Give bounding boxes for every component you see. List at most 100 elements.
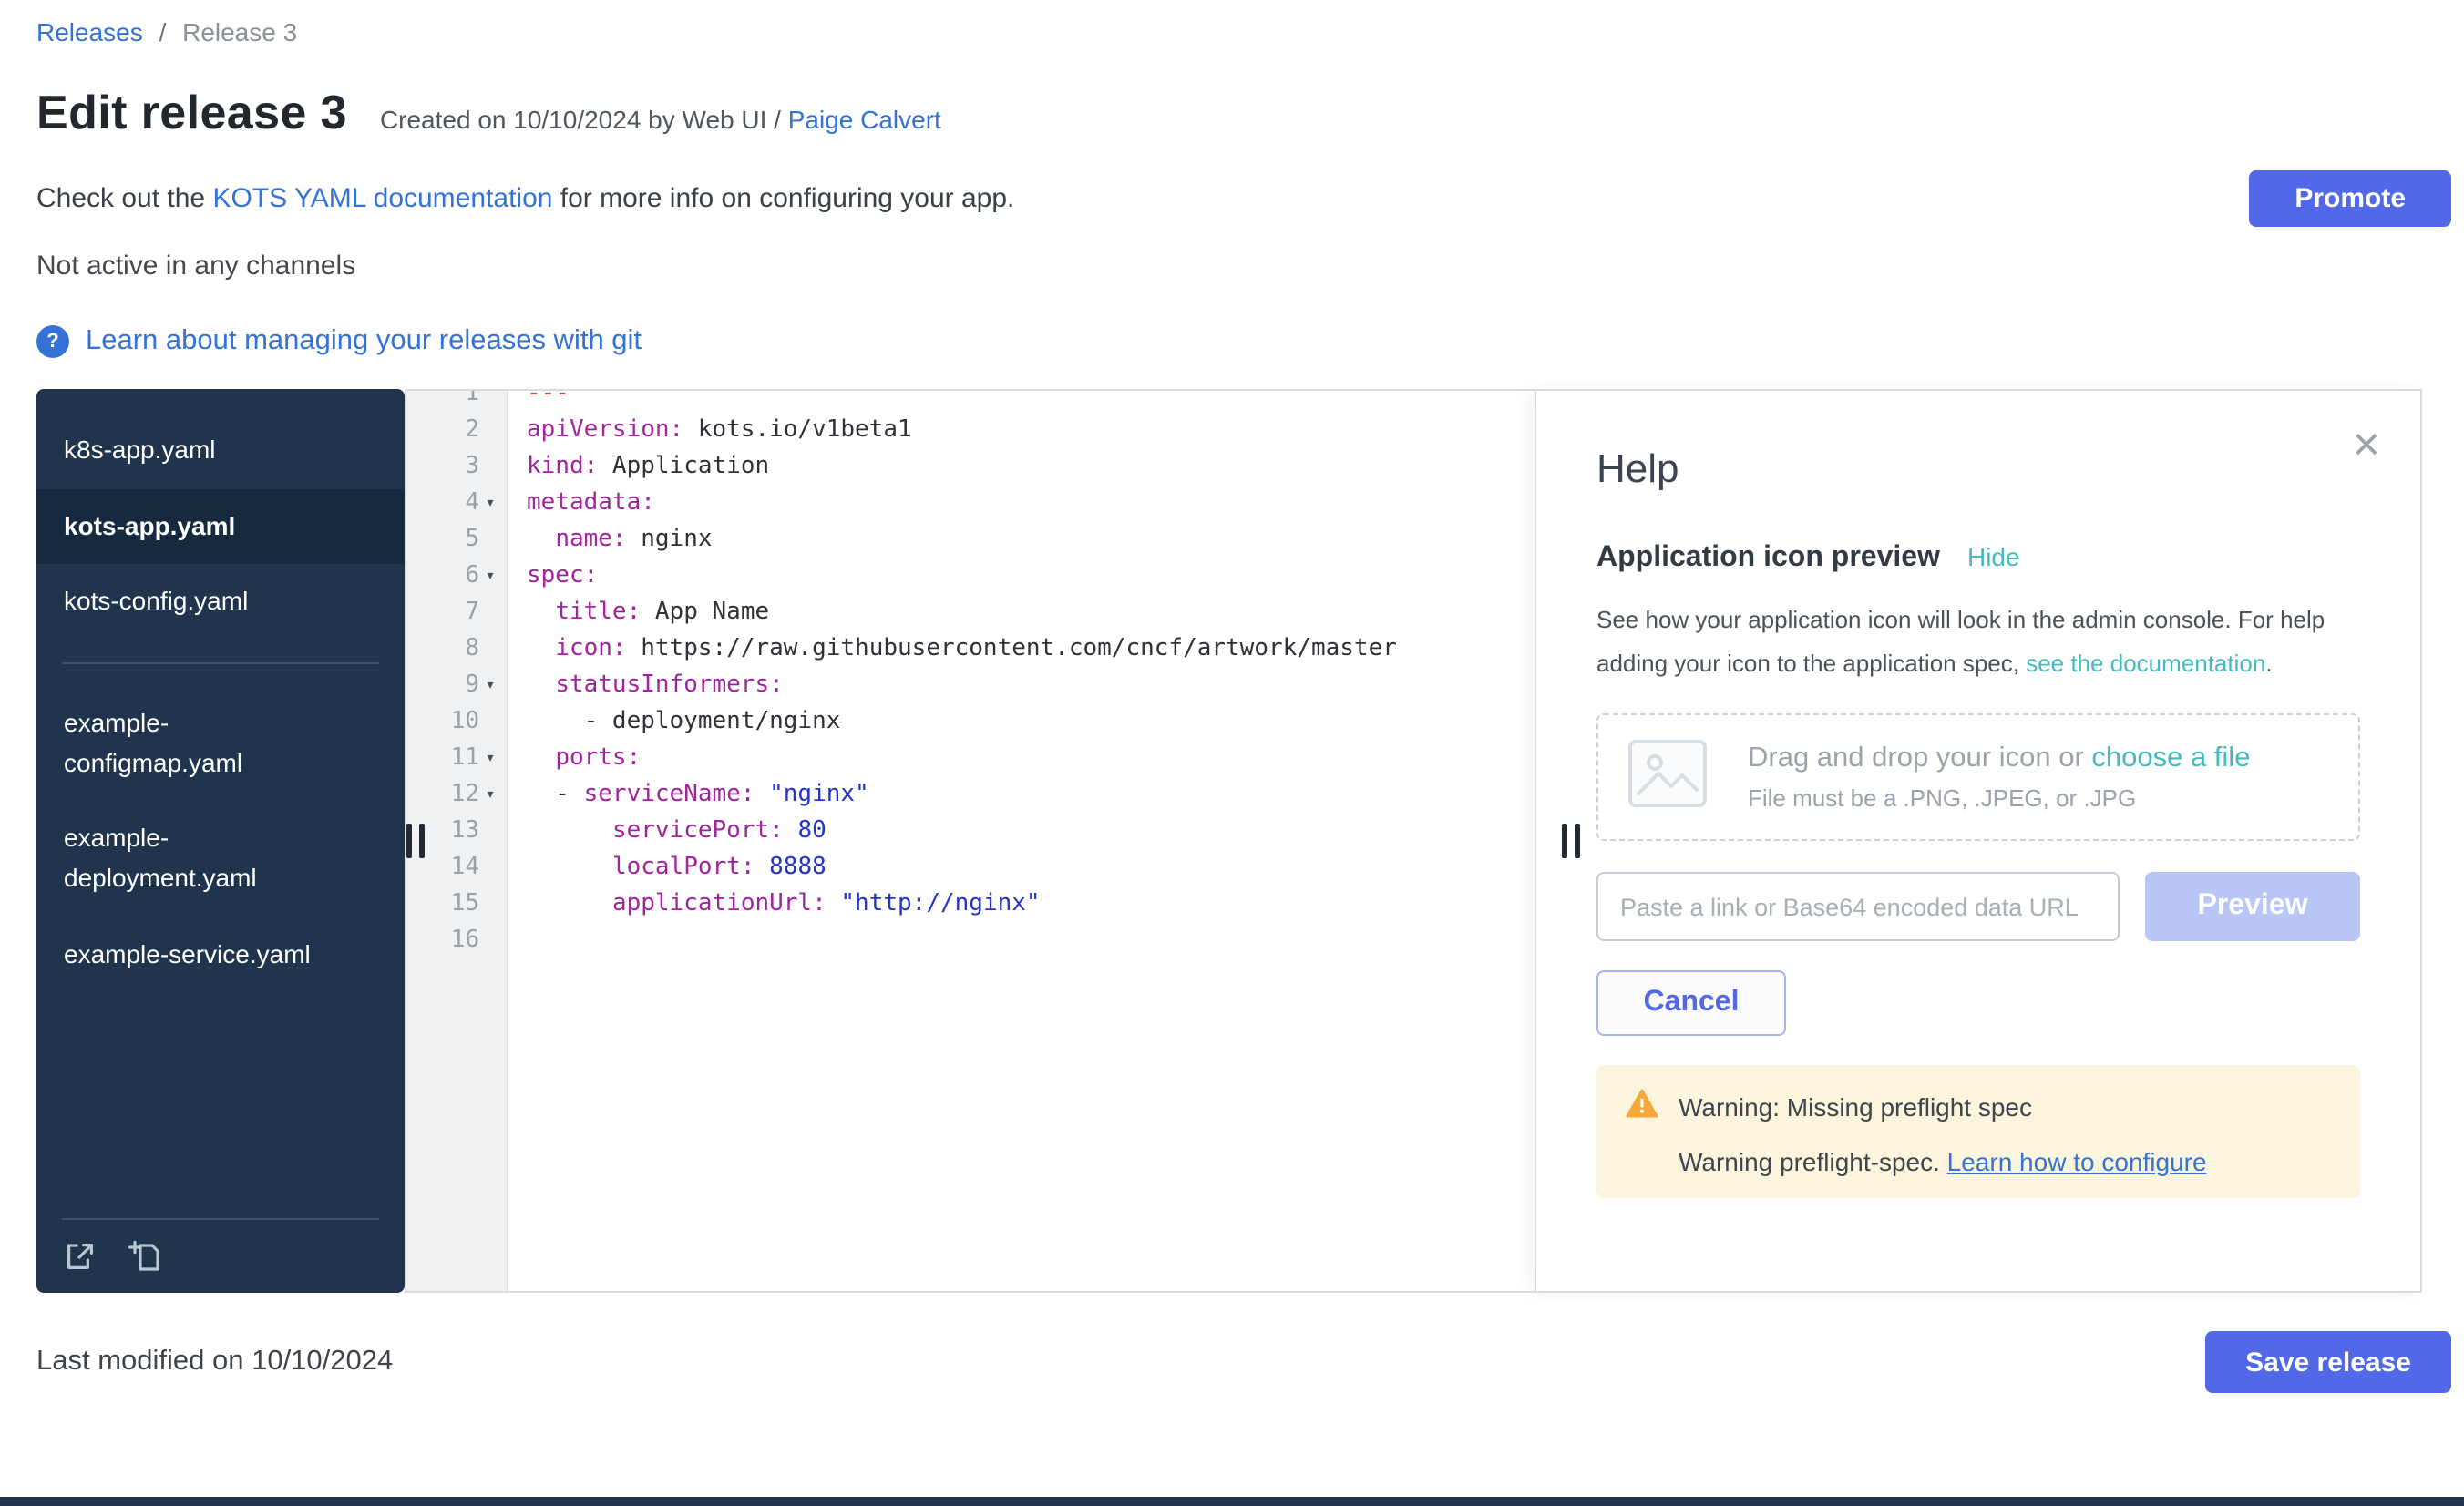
promote-button[interactable]: Promote — [2249, 170, 2451, 227]
gutter-line-16[interactable]: 16 — [406, 923, 507, 959]
gutter-line-15[interactable]: 15 — [406, 886, 507, 923]
file-group-2: example-configmap.yamlexample-deployment… — [36, 686, 405, 993]
sidebar-file-example-configmap-yaml[interactable]: example-configmap.yaml — [36, 686, 405, 802]
editor-code-lines: ---apiVersion: kots.io/v1beta1kind: Appl… — [508, 391, 1535, 959]
line-number: 11 — [451, 741, 479, 777]
line-number: 4 — [465, 486, 479, 522]
code-line-6[interactable]: spec: — [508, 558, 1535, 595]
channel-status: Not active in any channels — [36, 251, 2464, 282]
icon-url-input[interactable] — [1596, 872, 2120, 941]
gutter-line-7[interactable]: 7 — [406, 595, 507, 631]
gutter-line-4[interactable]: 4▾ — [406, 486, 507, 522]
close-icon[interactable]: × — [2353, 420, 2380, 467]
gutter-line-9[interactable]: 9▾ — [406, 668, 507, 704]
yaml-editor[interactable]: 1234▾56▾789▾1011▾12▾13141516 ---apiVersi… — [405, 389, 1535, 1293]
code-line-11[interactable]: ports: — [508, 741, 1535, 777]
gutter-line-5[interactable]: 5 — [406, 522, 507, 558]
line-number: 3 — [465, 449, 479, 486]
help-resize-handle[interactable] — [1562, 824, 1580, 858]
docs-note: Check out the KOTS YAML documentation fo… — [36, 183, 1014, 214]
docs-note-prefix: Check out the — [36, 183, 212, 214]
line-number: 14 — [451, 850, 479, 886]
fold-arrow-icon[interactable]: ▾ — [479, 741, 501, 777]
icon-dropzone[interactable]: Drag and drop your icon or choose a file… — [1596, 713, 2360, 841]
release-editor-page: Releases / Release 3 Edit release 3 Crea… — [0, 17, 2464, 1506]
new-file-icon[interactable] — [128, 1238, 164, 1275]
gutter-line-1[interactable]: 1 — [406, 391, 507, 413]
file-group-1: k8s-app.yamlkots-app.yamlkots-config.yam… — [36, 413, 405, 640]
sidebar-file-kots-app-yaml[interactable]: kots-app.yaml — [36, 488, 405, 564]
line-number: 13 — [451, 814, 479, 850]
line-number: 12 — [451, 777, 479, 814]
workspace: k8s-app.yamlkots-app.yamlkots-config.yam… — [36, 389, 2451, 1293]
gutter-line-12[interactable]: 12▾ — [406, 777, 507, 814]
docs-note-suffix: for more info on configuring your app. — [552, 183, 1014, 214]
description-period: . — [2265, 650, 2272, 677]
code-line-14[interactable]: localPort: 8888 — [508, 850, 1535, 886]
cancel-button[interactable]: Cancel — [1596, 970, 1786, 1036]
hide-link[interactable]: Hide — [1967, 542, 2020, 571]
icon-url-row: Preview — [1596, 872, 2360, 941]
code-line-8[interactable]: icon: https://raw.githubusercontent.com/… — [508, 631, 1535, 668]
dropzone-text: Drag and drop your icon or choose a file… — [1748, 743, 2250, 812]
line-number: 9 — [465, 668, 479, 704]
see-documentation-link[interactable]: see the documentation — [2026, 650, 2265, 677]
code-line-3[interactable]: kind: Application — [508, 449, 1535, 486]
code-line-1[interactable]: --- — [508, 391, 1535, 413]
code-line-2[interactable]: apiVersion: kots.io/v1beta1 — [508, 413, 1535, 449]
sidebar-file-k8s-app-yaml[interactable]: k8s-app.yaml — [36, 413, 405, 488]
gutter-line-8[interactable]: 8 — [406, 631, 507, 668]
code-line-10[interactable]: - deployment/nginx — [508, 704, 1535, 741]
gutter-line-6[interactable]: 6▾ — [406, 558, 507, 595]
line-number: 5 — [465, 522, 479, 558]
icon-preview-title: Application icon preview — [1596, 542, 1940, 575]
code-line-13[interactable]: servicePort: 80 — [508, 814, 1535, 850]
gutter-line-3[interactable]: 3 — [406, 449, 507, 486]
created-text: Created on 10/10/2024 by Web UI / — [380, 105, 788, 134]
created-info: Created on 10/10/2024 by Web UI / Paige … — [380, 105, 941, 134]
fold-arrow-icon[interactable]: ▾ — [479, 558, 501, 595]
save-release-button[interactable]: Save release — [2205, 1331, 2451, 1393]
fold-arrow-icon[interactable]: ▾ — [479, 777, 501, 814]
editor-code-area[interactable]: ---apiVersion: kots.io/v1beta1kind: Appl… — [508, 391, 1535, 1291]
gutter-line-11[interactable]: 11▾ — [406, 741, 507, 777]
learn-configure-link[interactable]: Learn how to configure — [1947, 1147, 2207, 1176]
fold-arrow-icon[interactable]: ▾ — [479, 668, 501, 704]
sidebar-file-example-deployment-yaml[interactable]: example-deployment.yaml — [36, 802, 405, 917]
upload-file-icon[interactable] — [62, 1238, 98, 1275]
breadcrumb-releases-link[interactable]: Releases — [36, 17, 143, 46]
sidebar-resize-handle[interactable] — [406, 824, 425, 858]
choose-file-link[interactable]: choose a file — [2091, 743, 2250, 773]
code-line-16[interactable] — [508, 923, 1535, 959]
sidebar-file-example-service-yaml[interactable]: example-service.yaml — [36, 917, 405, 993]
code-line-15[interactable]: applicationUrl: "http://nginx" — [508, 886, 1535, 923]
bottom-strip — [0, 1497, 2464, 1506]
footer: Last modified on 10/10/2024 Save release — [36, 1331, 2451, 1393]
warning-text: Warning: Missing preflight spec — [1679, 1091, 2032, 1121]
code-line-12[interactable]: - serviceName: "nginx" — [508, 777, 1535, 814]
created-by-link[interactable]: Paige Calvert — [788, 105, 941, 134]
gutter-line-2[interactable]: 2 — [406, 413, 507, 449]
breadcrumb-current: Release 3 — [182, 17, 297, 46]
kots-docs-link[interactable]: KOTS YAML documentation — [212, 183, 552, 214]
code-line-9[interactable]: statusInformers: — [508, 668, 1535, 704]
sidebar-footer — [62, 1218, 379, 1275]
warning-line-2: Warning preflight-spec. Learn how to con… — [1626, 1147, 2331, 1176]
sidebar-file-kots-config-yaml[interactable]: kots-config.yaml — [36, 565, 405, 640]
warning-text-2: Warning preflight-spec. — [1679, 1147, 1947, 1176]
git-help-link[interactable]: Learn about managing your releases with … — [86, 325, 642, 358]
dropzone-instruction: Drag and drop your icon or choose a file — [1748, 743, 2250, 775]
warning-triangle-icon — [1626, 1089, 1658, 1123]
gutter-line-10[interactable]: 10 — [406, 704, 507, 741]
code-line-4[interactable]: metadata: — [508, 486, 1535, 522]
line-number: 7 — [465, 595, 479, 631]
icon-preview-description: See how your application icon will look … — [1596, 599, 2335, 686]
preview-button[interactable]: Preview — [2145, 872, 2360, 941]
dropzone-filetypes: File must be a .PNG, .JPEG, or .JPG — [1748, 784, 2250, 812]
fold-arrow-icon[interactable]: ▾ — [479, 486, 501, 522]
git-help-row: ? Learn about managing your releases wit… — [36, 325, 2464, 358]
code-line-5[interactable]: name: nginx — [508, 522, 1535, 558]
question-mark-icon: ? — [36, 325, 69, 358]
line-number: 1 — [465, 391, 479, 413]
code-line-7[interactable]: title: App Name — [508, 595, 1535, 631]
